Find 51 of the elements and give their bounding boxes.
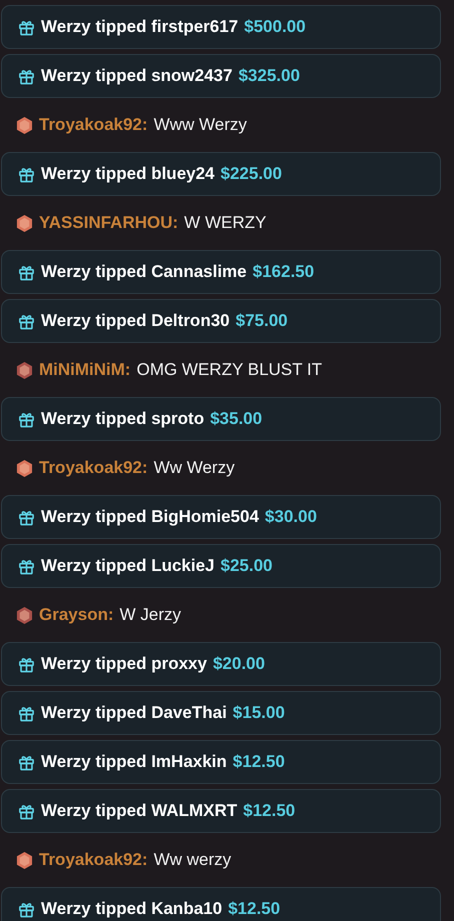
tip-message: Werzy tipped BigHomie504	[41, 507, 259, 527]
tip-message: Werzy tipped ImHaxkin	[41, 752, 227, 772]
tip-message: Werzy tipped Kanba10	[41, 899, 222, 919]
gift-icon	[18, 802, 35, 820]
tip-amount: $30.00	[264, 507, 317, 527]
gift-icon	[18, 558, 35, 574]
tip-amount: $225.00	[220, 164, 282, 184]
tip-amount: $162.50	[252, 262, 314, 282]
tip-message: Werzy tipped proxxy	[41, 654, 207, 674]
tip-amount: $12.50	[243, 801, 296, 821]
gift-icon	[18, 410, 35, 428]
chat-message: W Jerzy	[120, 605, 182, 625]
chat-username[interactable]: Troyakoak92:	[39, 458, 148, 478]
chat-message: Ww werzy	[154, 850, 232, 870]
chat-username[interactable]: MiNiMiNiM:	[39, 360, 131, 380]
gift-icon	[18, 508, 35, 526]
tip-message: Werzy tipped DaveThai	[41, 703, 227, 723]
gift-icon	[18, 264, 35, 280]
tip-message: Werzy tipped Cannaslime	[41, 262, 247, 282]
chat-message: Www Werzy	[154, 115, 247, 135]
tip-amount: $12.50	[228, 899, 280, 919]
chat-message: W WERZY	[184, 213, 266, 233]
chat-username[interactable]: Troyakoak92:	[39, 850, 148, 870]
chat-username[interactable]: Grayson:	[39, 605, 114, 625]
gift-icon	[18, 754, 35, 770]
tip-amount: $15.00	[232, 703, 285, 723]
tip-amount: $500.00	[244, 17, 306, 37]
tip-amount: $12.50	[232, 752, 285, 772]
tip-amount: $25.00	[220, 556, 273, 576]
tip-amount: $75.00	[236, 311, 288, 331]
tip-amount: $325.00	[238, 66, 300, 86]
gift-icon	[18, 656, 35, 672]
gift-icon	[18, 312, 35, 330]
tip-amount: $20.00	[212, 654, 265, 674]
chat-message: OMG WERZY BLUST IT	[136, 360, 322, 380]
gift-icon	[18, 900, 35, 918]
gift-icon	[18, 68, 35, 84]
tip-message: Werzy tipped LuckieJ	[41, 556, 215, 576]
chat-username[interactable]: YASSINFARHOU:	[39, 213, 178, 233]
chat-message: Ww Werzy	[154, 458, 235, 478]
gift-icon	[18, 18, 35, 36]
tip-message: Werzy tipped firstper617	[41, 17, 238, 37]
tip-message: Werzy tipped snow2437	[41, 66, 232, 86]
gift-icon	[18, 166, 35, 182]
chat-username[interactable]: Troyakoak92:	[39, 115, 148, 135]
tip-message: Werzy tipped sproto	[41, 409, 204, 429]
gift-icon	[18, 704, 35, 722]
tip-message: Werzy tipped WALMXRT	[41, 801, 238, 821]
tip-message: Werzy tipped bluey24	[41, 164, 215, 184]
tip-message: Werzy tipped Deltron30	[41, 311, 230, 331]
tip-amount: $35.00	[210, 409, 262, 429]
